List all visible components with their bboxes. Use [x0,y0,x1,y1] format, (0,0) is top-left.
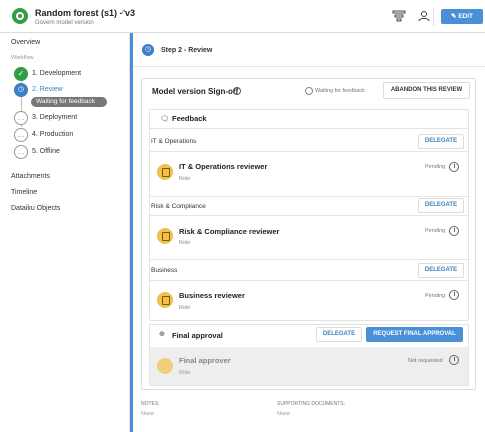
notes-value: None [141,411,155,417]
approval-status: Not requested [408,358,443,364]
step-connector [21,97,22,111]
reviewer-role: Role [179,305,191,311]
reviewer-avatar-icon [157,228,173,244]
clock-icon [449,162,459,172]
step-current-clock-icon: ◷ [14,83,28,97]
reviewer-avatar-icon [157,292,173,308]
user-settings-icon[interactable] [418,10,432,22]
review-status: Pending [425,228,446,234]
final-approver-row [150,347,468,385]
delegate-button[interactable]: DELEGATE [316,327,362,342]
top-header: Random forest (s1) - v3 ↗ Govern model v… [0,0,485,33]
request-final-approval-button[interactable]: REQUEST FINAL APPROVAL [366,327,463,342]
sidebar-step-offline[interactable]: 5. Offline [32,148,60,155]
approver-avatar-icon [157,358,173,374]
step-pending-icon: … [14,111,28,125]
review-status: Pending [425,293,446,299]
edit-button[interactable]: ✎ EDIT [441,9,483,24]
step-pending-icon: … [14,145,28,159]
abandon-review-button[interactable]: ABANDON THIS REVIEW [383,82,470,99]
supporting-docs-value: None [277,411,291,417]
page-subtitle: Govern model version [35,20,94,26]
delegate-button[interactable]: DELEGATE [418,134,464,149]
divider [150,259,468,260]
sidebar-step-production[interactable]: 4. Production [32,131,73,138]
feedback-title: Feedback [172,114,207,123]
hierarchy-icon[interactable] [392,10,406,22]
step-title: Step 2 - Review [161,47,213,54]
sidebar-step-development[interactable]: 1. Development [32,70,81,77]
approver-name: Final approver [179,356,231,365]
header-divider [433,7,434,26]
reviewer-avatar-icon [157,164,173,180]
sidebar-item-dataiku-objects[interactable]: Dataiku Objects [11,205,60,212]
reviewer-role: Role [179,240,191,246]
delegate-button[interactable]: DELEGATE [418,263,464,278]
notes-label: NOTES: [141,401,160,407]
app-logo-icon [12,8,28,24]
sidebar: Overview Workflow ✓ 1. Development ◷ 2. … [0,33,130,432]
reviewer-name: Business reviewer [179,291,245,300]
divider [150,215,468,216]
reviewer-name: Risk & Compliance reviewer [179,227,280,236]
clock-icon [449,355,459,365]
reviewer-role: Role [179,176,191,182]
divider [150,151,468,152]
divider [150,280,468,281]
approver-role: Role [179,370,191,376]
external-link-icon[interactable]: ↗ [120,8,126,16]
waiting-feedback-badge: Waiting for feedback [31,97,107,107]
sidebar-item-overview[interactable]: Overview [11,39,40,46]
supporting-docs-label: SUPPORTING DOCUMENTS: [277,401,345,407]
divider [150,196,468,197]
final-approval-title: Final approval [172,331,223,340]
reviewer-name: IT & Operations reviewer [179,162,268,171]
sidebar-item-attachments[interactable]: Attachments [11,173,50,180]
step-header: ◷ Step 2 - Review [133,33,485,67]
clock-icon [449,290,459,300]
delegate-button[interactable]: DELEGATE [418,198,464,213]
sidebar-step-deployment[interactable]: 3. Deployment [32,114,77,121]
user-add-icon: ⊕ [159,331,165,338]
step-done-check-icon: ✓ [14,67,28,81]
group-name: Risk & Compliance [151,203,206,210]
sidebar-item-timeline[interactable]: Timeline [11,189,37,196]
current-step-accent [130,33,133,432]
workflow-section-label: Workflow [11,55,34,61]
signoff-status: Waiting for feedback [315,88,365,94]
info-icon[interactable]: i [233,87,241,95]
group-name: Business [151,267,178,274]
sidebar-step-review[interactable]: 2. Review [32,86,63,93]
signoff-title: Model version Sign-off [152,87,239,96]
clock-icon [305,87,313,95]
clock-icon [449,226,459,236]
review-status: Pending [425,164,446,170]
chat-bubbles-icon: 🗨 [160,116,169,123]
group-name: IT & Operations [151,138,197,145]
clock-icon: ◷ [142,44,154,56]
step-pending-icon: … [14,128,28,142]
